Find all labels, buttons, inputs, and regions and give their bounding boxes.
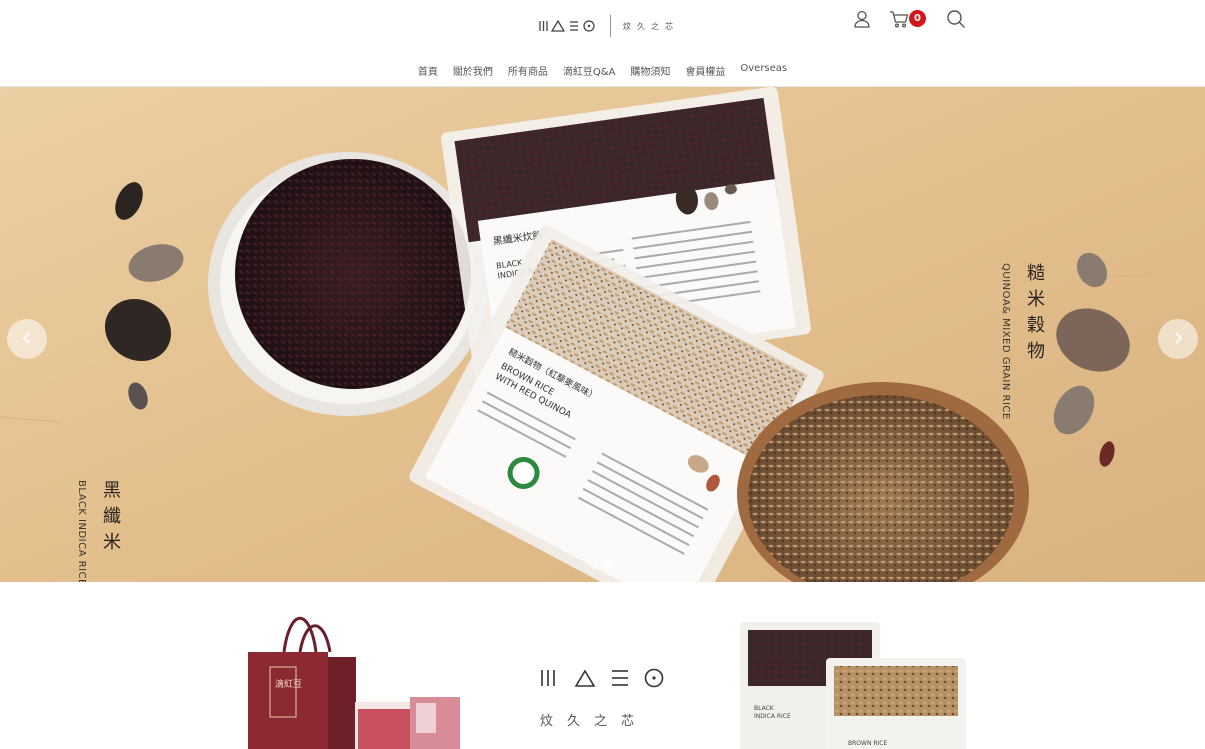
site-header: 炆久之芯 0 首頁 關於我們 所有商品 滴紅豆Q&A 購物須知 會員權益 Ove… [0,0,1205,87]
rice-packs-image[interactable]: BLACK INDICA RICE BROWN RICE [738,620,973,749]
hero-carousel: 黑纖米炊飯 BLACK INDICA RICE 糙米穀物（紅藜麥風味） BROW… [0,87,1205,582]
carousel-next-button[interactable] [1158,319,1198,359]
featured-section: 滴紅豆 炆久之芯 BLACK INDICA RICE BROWN RICE [0,582,1205,749]
logo-symbols [538,19,598,33]
site-logo[interactable]: 炆久之芯 [538,14,679,38]
nav-item-shopping-info[interactable]: 購物須知 [630,63,670,78]
hero-right-caption: QUINOA& MIXED GRAIN RICE 糙米穀物 [1000,263,1047,420]
nav-item-about[interactable]: 關於我們 [453,63,493,78]
cart-button[interactable]: 0 [889,8,929,30]
user-icon[interactable] [851,8,873,30]
chevron-left-icon [20,330,34,349]
featured-logo [540,668,665,688]
nav-item-member[interactable]: 會員權益 [685,63,725,78]
hero-left-caption: BLACK INDICA RICE 黑纖米 [76,480,123,582]
nav-item-home[interactable]: 首頁 [418,63,438,78]
carousel-indicators [590,562,612,569]
gift-box-image[interactable]: 滴紅豆 [240,607,470,749]
hero-right-caption-en: QUINOA& MIXED GRAIN RICE [1000,263,1011,420]
svg-text:滴紅豆: 滴紅豆 [275,678,302,690]
chevron-right-icon [1171,330,1185,349]
carousel-dot[interactable] [590,562,597,569]
featured-brand-text: 炆久之芯 [540,714,649,729]
cart-count-badge: 0 [909,10,926,27]
cart-icon [889,10,909,32]
hero-right-caption-cn: 糙米穀物 [1024,263,1045,367]
logo-divider [610,15,611,37]
nav-item-overseas[interactable]: Overseas [740,63,787,78]
main-nav: 首頁 關於我們 所有商品 滴紅豆Q&A 購物須知 會員權益 Overseas [0,63,1205,78]
carousel-dot-active[interactable] [605,562,612,569]
svg-text:BROWN RICE: BROWN RICE [848,740,887,747]
svg-text:INDICA RICE: INDICA RICE [754,713,791,720]
hero-left-caption-en: BLACK INDICA RICE [76,480,87,582]
nav-item-qa[interactable]: 滴紅豆Q&A [563,63,616,78]
nav-item-products[interactable]: 所有商品 [508,63,548,78]
search-icon[interactable] [945,8,967,30]
carousel-prev-button[interactable] [7,319,47,359]
logo-chinese-text: 炆久之芯 [623,21,679,31]
svg-text:BLACK: BLACK [754,705,775,712]
hero-left-caption-cn: 黑纖米 [100,480,121,558]
header-icons: 0 [851,8,967,30]
